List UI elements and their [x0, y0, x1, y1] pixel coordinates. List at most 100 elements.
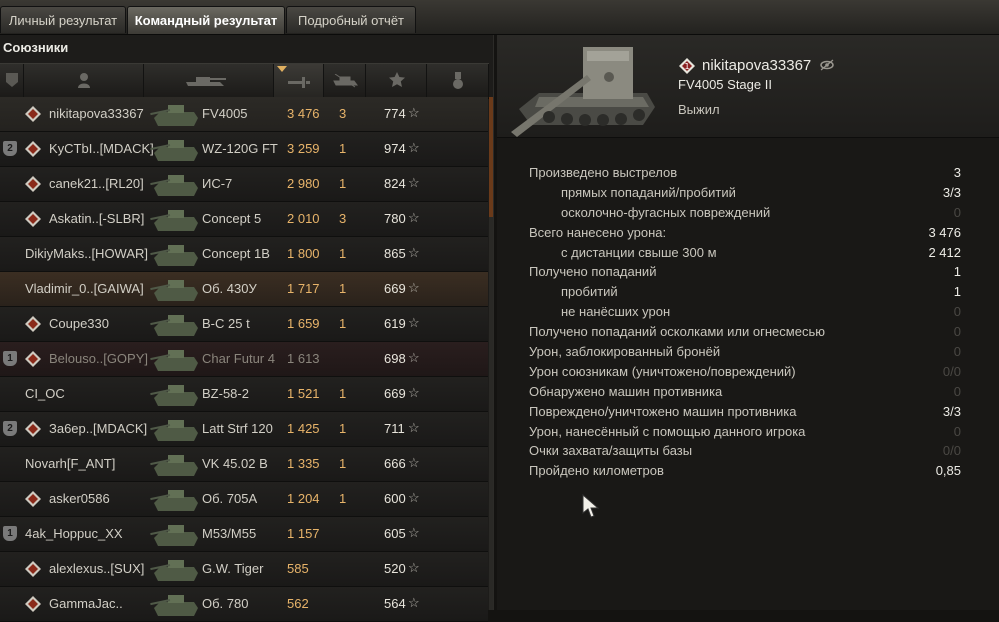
- vehicle-image: [511, 47, 655, 137]
- allies-panel: Союзники nikitapova33367 FV4005 3 476 3 774 ☆…: [0, 35, 494, 622]
- detail-panel: 1 nikitapova33367 FV4005 Stage II Выжил …: [497, 35, 999, 610]
- kills-value: 3: [339, 106, 347, 121]
- player-name[interactable]: DikiyMaks..[HOWAR]: [25, 246, 148, 261]
- table-row[interactable]: canek21..[RL20] ИС-7 2 980 1 824 ☆: [0, 167, 488, 202]
- stat-value: 1: [953, 264, 961, 280]
- tank-icon: [150, 140, 198, 161]
- tank-icon: [150, 525, 198, 546]
- xp-value: 974: [384, 141, 406, 156]
- table-row[interactable]: Coupe330 B-C 25 t 1 659 1 619 ☆: [0, 307, 488, 342]
- xp-value: 698: [384, 351, 406, 366]
- stat-row: Получено попаданий осколками или огнесме…: [529, 322, 961, 342]
- player-name[interactable]: Coupe330: [49, 316, 109, 331]
- player-name[interactable]: CI_OC: [25, 386, 65, 401]
- eye-icon[interactable]: [820, 59, 834, 71]
- scrollbar[interactable]: [489, 97, 493, 610]
- stat-row: Урон союзникам (уничтожено/повреждений) 0…: [529, 362, 961, 382]
- table-row[interactable]: 2 KyCTbI..[MDACK] WZ-120G FT 3 259 1 974 ☆: [0, 132, 488, 167]
- shield-icon: [6, 73, 18, 87]
- detail-status: Выжил: [678, 102, 720, 117]
- medal-icon: [453, 72, 463, 89]
- player-name[interactable]: Novarh[F_ANT]: [25, 456, 115, 471]
- allies-title: Союзники: [3, 40, 69, 55]
- table-row[interactable]: 1 4ak_Hoppuc_XX M53/M55 1 157 605 ☆: [0, 517, 488, 552]
- rank-icon: [25, 351, 41, 367]
- player-name[interactable]: GammaJac..: [49, 596, 123, 611]
- player-name[interactable]: alexlexus..[SUX]: [49, 561, 144, 576]
- stat-row: пробитий 1: [529, 282, 961, 302]
- damage-icon: [288, 77, 310, 88]
- vehicle-name: VK 45.02 B: [202, 456, 268, 471]
- kills-value: 3: [339, 211, 347, 226]
- rank-icon: [25, 211, 41, 227]
- player-name[interactable]: Belouso..[GOPY]: [49, 351, 148, 366]
- rank-icon: [25, 561, 41, 577]
- star-icon: ☆: [408, 140, 420, 155]
- mouse-cursor-icon: [582, 494, 600, 518]
- vehicle-name: BZ-58-2: [202, 386, 249, 401]
- damage-value: 1 613: [287, 351, 320, 366]
- sort-xp-header[interactable]: [366, 64, 427, 98]
- sort-platoon-header[interactable]: [0, 64, 24, 98]
- table-row[interactable]: Novarh[F_ANT] VK 45.02 B 1 335 1 666 ☆: [0, 447, 488, 482]
- person-icon: [78, 73, 90, 88]
- scrollbar-thumb[interactable]: [489, 97, 493, 217]
- player-name[interactable]: nikitapova33367: [49, 106, 144, 121]
- stat-label: Очки захвата/защиты базы: [529, 443, 693, 459]
- tab-team-result[interactable]: Командный результат: [127, 6, 285, 34]
- table-row[interactable]: Vladimir_0..[GAIWA] Об. 430У 1 717 1 669 ☆: [0, 272, 488, 307]
- xp-value: 774: [384, 106, 406, 121]
- table-row[interactable]: alexlexus..[SUX] G.W. Tiger 585 520 ☆: [0, 552, 488, 587]
- player-name[interactable]: canek21..[RL20]: [49, 176, 144, 191]
- table-row[interactable]: 1 Belouso..[GOPY] Char Futur 4 1 613 698 ☆: [0, 342, 488, 377]
- player-name[interactable]: asker0586: [49, 491, 110, 506]
- damage-value: 1 157: [287, 526, 320, 541]
- stat-row: Пройдено километров 0,85: [529, 461, 961, 481]
- tab-bar: Личный результат Командный результат Под…: [0, 0, 999, 35]
- stat-row: осколочно-фугасных повреждений 0: [529, 203, 961, 223]
- stat-value: 2 412: [928, 244, 961, 260]
- table-row[interactable]: CI_OC BZ-58-2 1 521 1 669 ☆: [0, 377, 488, 412]
- tank-icon: [150, 385, 198, 406]
- sort-damage-header[interactable]: [274, 64, 324, 98]
- tank-icon: [150, 595, 198, 616]
- player-name[interactable]: KyCTbI..[MDACK]: [49, 141, 154, 156]
- kills-value: 1: [339, 246, 347, 261]
- table-row[interactable]: asker0586 Об. 705А 1 204 1 600 ☆: [0, 482, 488, 517]
- rank-icon: [25, 106, 41, 122]
- player-name[interactable]: 4ak_Hoppuc_XX: [25, 526, 123, 541]
- table-row[interactable]: GammaJac.. Об. 780 562 564 ☆: [0, 587, 488, 622]
- xp-value: 564: [384, 596, 406, 611]
- star-icon: ☆: [408, 315, 420, 330]
- player-name[interactable]: Askatin..[-SLBR]: [49, 211, 144, 226]
- player-name[interactable]: Vladimir_0..[GAIWA]: [25, 281, 144, 296]
- star-icon: ☆: [408, 245, 420, 260]
- table-row[interactable]: Askatin..[-SLBR] Concept 5 2 010 3 780 ☆: [0, 202, 488, 237]
- sort-medal-header[interactable]: [427, 64, 489, 98]
- damage-value: 2 980: [287, 176, 320, 191]
- sort-kills-header[interactable]: [324, 64, 366, 98]
- tank-icon: [150, 490, 198, 511]
- kills-value: 1: [339, 176, 347, 191]
- xp-value: 865: [384, 246, 406, 261]
- stat-row: Произведено выстрелов 3: [529, 163, 961, 183]
- xp-value: 619: [384, 316, 406, 331]
- table-row[interactable]: DikiyMaks..[HOWAR] Concept 1B 1 800 1 865 ☆: [0, 237, 488, 272]
- vehicle-name: Char Futur 4: [202, 351, 275, 366]
- sort-vehicle-header[interactable]: [144, 64, 274, 98]
- stat-label: Урон, заблокированный бронёй: [529, 344, 721, 360]
- table-row[interactable]: 2 За6ер..[MDACK] Latt Strf 120 1 425 1 711 ☆: [0, 412, 488, 447]
- stat-value: 3 476: [928, 224, 961, 240]
- tank-icon: [150, 175, 198, 196]
- tab-detailed-report[interactable]: Подробный отчёт: [286, 6, 416, 33]
- tank-icon: [150, 350, 198, 371]
- star-icon: ☆: [408, 420, 420, 435]
- svg-text:1: 1: [684, 62, 689, 71]
- tab-personal-result[interactable]: Личный результат: [0, 6, 126, 33]
- damage-value: 2 010: [287, 211, 320, 226]
- star-icon: ☆: [408, 490, 420, 505]
- player-name[interactable]: За6ер..[MDACK]: [49, 421, 147, 436]
- sort-player-header[interactable]: [24, 64, 144, 98]
- table-row[interactable]: nikitapova33367 FV4005 3 476 3 774 ☆: [0, 97, 488, 132]
- damage-value: 1 521: [287, 386, 320, 401]
